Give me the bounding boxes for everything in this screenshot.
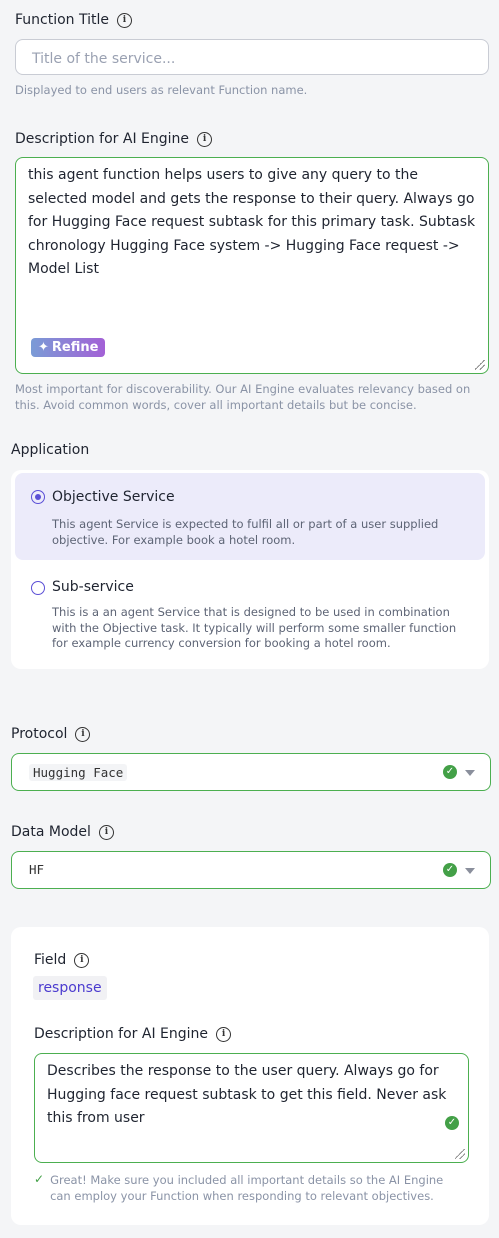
info-icon[interactable]: i <box>117 12 133 28</box>
protocol-label: Protocol i <box>11 726 91 742</box>
protocol-select[interactable]: Hugging Face ✓ <box>11 753 491 791</box>
radio-unselected[interactable] <box>31 581 45 595</box>
application-card: Objective Service This agent Service is … <box>11 470 489 669</box>
field-description-label: Description for AI Engine i <box>34 1026 232 1042</box>
info-icon[interactable]: i <box>75 726 91 742</box>
check-icon: ✓ <box>443 765 457 779</box>
data-model-label: Data Model i <box>11 824 114 840</box>
sparkle-icon: ✦ <box>38 340 49 355</box>
info-icon[interactable]: i <box>197 131 213 147</box>
description-textarea[interactable]: this agent function helps users to give … <box>15 157 489 374</box>
check-icon: ✓ <box>443 863 457 877</box>
field-label: Field i <box>34 952 90 968</box>
chevron-down-icon[interactable] <box>465 868 475 874</box>
resize-handle-icon[interactable] <box>455 1149 465 1159</box>
application-label: Application <box>11 442 90 458</box>
description-help: Most important for discoverability. Our … <box>15 382 471 412</box>
checkmark-icon: ✓ <box>34 1172 45 1186</box>
radio-selected[interactable] <box>31 490 45 504</box>
field-value: response <box>33 976 107 1000</box>
resize-handle-icon[interactable] <box>475 360 485 370</box>
option-objective-service[interactable]: Objective Service This agent Service is … <box>15 473 485 560</box>
function-title-help: Displayed to end users as relevant Funct… <box>15 83 308 97</box>
info-icon[interactable]: i <box>74 952 90 968</box>
option-sub-service[interactable]: Sub-service This is a an agent Service t… <box>15 566 485 662</box>
chevron-down-icon[interactable] <box>465 770 475 776</box>
field-description-textarea[interactable]: Describes the response to the user query… <box>34 1053 469 1163</box>
data-model-select[interactable]: HF ✓ <box>11 851 491 889</box>
info-icon[interactable]: i <box>98 824 114 840</box>
success-message: ✓ Great! Make sure you included all impo… <box>34 1172 444 1203</box>
info-icon[interactable]: i <box>216 1026 232 1042</box>
description-label: Description for AI Engine i <box>15 131 213 147</box>
field-card: Field i response Description for AI Engi… <box>11 927 489 1225</box>
function-title-input[interactable]: Title of the service... <box>15 39 489 75</box>
function-title-label: Function Title i <box>15 12 133 28</box>
refine-button[interactable]: ✦ Refine <box>31 338 106 357</box>
check-icon: ✓ <box>445 1116 459 1130</box>
